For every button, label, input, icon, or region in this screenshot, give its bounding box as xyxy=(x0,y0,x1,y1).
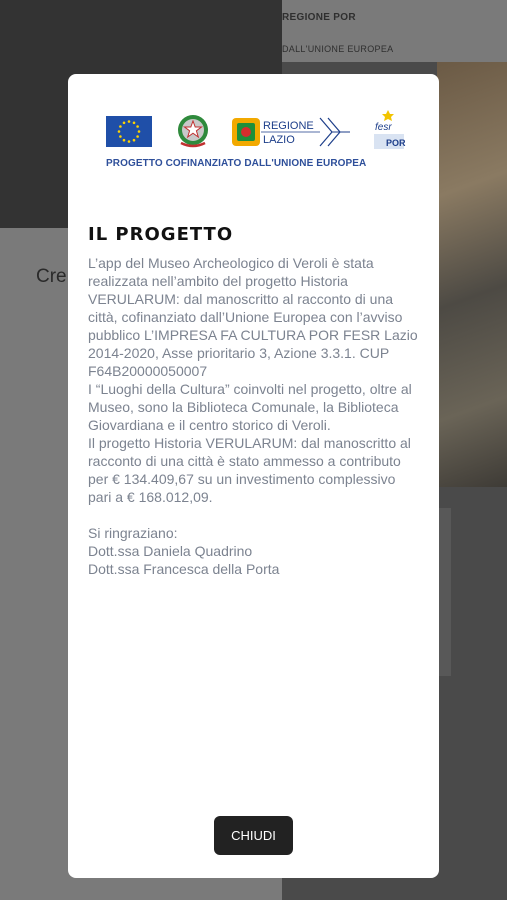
funding-logos: REGIONE LAZIO fesr POR PROGETTO COFINANZ… xyxy=(106,108,406,170)
fesr-text: fesr xyxy=(375,122,392,133)
fesr-por-logo: fesr POR xyxy=(374,110,406,149)
header-logo-text-1: REGIONE POR xyxy=(282,12,356,23)
cofinanced-caption: PROGETTO COFINANZIATO DALL'UNIONE EUROPE… xyxy=(106,158,367,169)
paragraph-intro: L’app del Museo Archeologico di Veroli è… xyxy=(88,255,418,379)
header-logo-text-2: DALL'UNIONE EUROPEA xyxy=(282,44,394,54)
background-photo xyxy=(437,62,507,487)
paragraph-funding: Il progetto Historia VERULARUM: dal mano… xyxy=(88,435,411,505)
dialog-body: L’app del Museo Archeologico di Veroli è… xyxy=(88,254,422,578)
regione-lazio-logo: REGIONE LAZIO xyxy=(232,117,350,147)
paragraph-places: I “Luoghi della Cultura” coinvolti nel p… xyxy=(88,381,412,433)
italian-emblem-icon xyxy=(178,115,208,148)
eu-flag-icon xyxy=(106,116,152,147)
regione-text: REGIONE xyxy=(263,120,314,132)
thanks-label: Si ringraziano: xyxy=(88,525,178,541)
por-text: POR xyxy=(386,138,406,148)
close-button[interactable]: CHIUDI xyxy=(214,816,293,855)
lazio-text: LAZIO xyxy=(263,134,295,146)
background-partial-text: Cre xyxy=(36,266,67,287)
thanks-person: Dott.ssa Daniela Quadrino xyxy=(88,543,253,559)
project-info-dialog: REGIONE LAZIO fesr POR PROGETTO COFINANZ… xyxy=(68,74,439,878)
dialog-title: IL PROGETTO xyxy=(88,224,234,245)
background-card xyxy=(437,508,451,676)
thanks-person: Dott.ssa Francesca della Porta xyxy=(88,561,280,577)
